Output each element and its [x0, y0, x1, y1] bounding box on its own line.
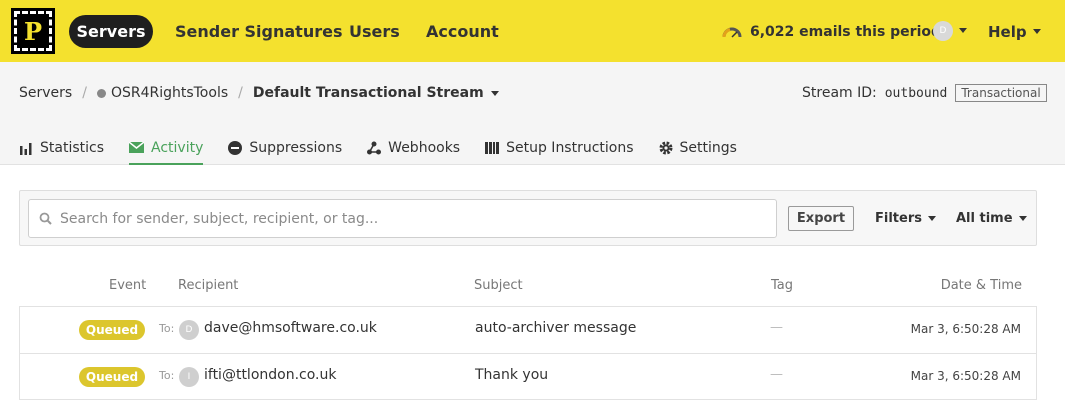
search-icon: [39, 212, 52, 225]
column-datetime: Date & Time: [940, 278, 1022, 293]
breadcrumb-servers[interactable]: Servers: [19, 85, 72, 101]
to-label: To:: [159, 369, 175, 382]
emails-count: 6,022 emails this period: [750, 23, 942, 40]
message-datetime: Mar 3, 6:50:28 AM: [910, 322, 1021, 336]
tab-label: Statistics: [40, 139, 104, 156]
bar-chart-icon: [20, 142, 32, 155]
gauge-icon: [722, 27, 742, 38]
stream-type-badge: Transactional: [955, 84, 1047, 102]
server-header: Servers / OSR4RightsTools / Default Tran…: [0, 62, 1065, 165]
message-subject: auto-archiver message: [475, 320, 637, 336]
recipient-email: ifti@ttlondon.co.uk: [204, 367, 337, 383]
gear-icon: [659, 141, 673, 154]
column-recipient: Recipient: [178, 278, 239, 293]
tab-webhooks[interactable]: Webhooks: [367, 130, 460, 165]
tab-label: Suppressions: [249, 139, 343, 156]
server-status-dot: [96, 88, 106, 98]
stream-id: Stream ID: outbound Transactional: [802, 82, 1047, 104]
time-range-dropdown[interactable]: All time: [956, 206, 1027, 231]
message-tag: —: [770, 367, 783, 382]
breadcrumb-server[interactable]: OSR4RightsTools: [96, 85, 229, 101]
export-button[interactable]: Export: [788, 206, 854, 231]
tab-label: Webhooks: [388, 139, 461, 156]
search-field[interactable]: [28, 199, 777, 238]
column-subject: Subject: [474, 278, 523, 293]
user-avatar[interactable]: D: [933, 21, 953, 41]
envelope-icon: [129, 142, 144, 153]
help-menu[interactable]: Help: [988, 15, 1041, 48]
table-row[interactable]: Queued To: I ifti@ttlondon.co.uk Thank y…: [19, 353, 1037, 400]
emails-usage[interactable]: 6,022 emails this period: [722, 15, 941, 48]
filters-dropdown[interactable]: Filters: [875, 206, 936, 231]
stream-name: Default Transactional Stream: [252, 85, 484, 101]
tab-setup-instructions[interactable]: Setup Instructions: [485, 130, 634, 165]
nav-account[interactable]: Account: [426, 15, 499, 48]
activity-search-bar: Export Filters All time: [19, 190, 1037, 246]
postmark-logo[interactable]: P: [11, 8, 55, 54]
column-event: Event: [109, 278, 147, 293]
search-input[interactable]: [60, 210, 760, 227]
message-tag: —: [770, 320, 783, 335]
server-name: OSR4RightsTools: [110, 85, 229, 101]
recipient-avatar: I: [179, 367, 199, 387]
chevron-down-icon: [490, 90, 499, 96]
message-datetime: Mar 3, 6:50:28 AM: [910, 369, 1021, 383]
chevron-down-icon: [927, 216, 936, 221]
recipient-avatar: D: [179, 320, 199, 340]
table-row[interactable]: Queued To: D dave@hmsoftware.co.uk auto-…: [19, 306, 1037, 353]
tab-activity[interactable]: Activity: [129, 130, 204, 165]
stream-selector[interactable]: Default Transactional Stream: [253, 85, 499, 101]
activity-table: Queued To: D dave@hmsoftware.co.uk auto-…: [19, 306, 1037, 400]
stream-id-label: Stream ID:: [802, 85, 877, 101]
chevron-down-icon[interactable]: [959, 28, 967, 33]
top-navigation: P Servers Sender Signatures Users Accoun…: [0, 0, 1065, 62]
tab-label: Setup Instructions: [506, 139, 634, 156]
status-badge: Queued: [79, 320, 145, 340]
chevron-down-icon: [1032, 29, 1041, 34]
block-icon: [228, 140, 243, 155]
breadcrumb: Servers / OSR4RightsTools / Default Tran…: [19, 82, 499, 104]
tab-suppressions[interactable]: Suppressions: [228, 130, 342, 165]
tab-label: Settings: [679, 139, 737, 156]
nav-users[interactable]: Users: [349, 15, 400, 48]
logo-letter: P: [23, 16, 43, 46]
status-badge: Queued: [79, 367, 145, 387]
time-range-label: All time: [956, 211, 1013, 226]
nav-servers[interactable]: Servers: [69, 15, 153, 48]
recipient-email: dave@hmsoftware.co.uk: [204, 320, 377, 336]
filters-label: Filters: [875, 211, 922, 226]
webhook-icon: [367, 141, 382, 154]
tab-label: Activity: [151, 139, 204, 156]
chevron-down-icon: [1018, 216, 1027, 221]
breadcrumb-separator: /: [82, 85, 87, 101]
activity-table-header: Event Recipient Subject Tag Date & Time: [19, 275, 1037, 297]
to-label: To:: [159, 322, 175, 335]
book-icon: [485, 141, 500, 154]
help-label: Help: [988, 22, 1027, 41]
breadcrumb-separator: /: [238, 85, 243, 101]
column-tag: Tag: [771, 278, 794, 293]
tab-statistics[interactable]: Statistics: [19, 130, 104, 165]
message-subject: Thank you: [475, 367, 549, 383]
server-tabs: Statistics Activity Suppressions Webhook…: [19, 130, 762, 165]
nav-sender-signatures[interactable]: Sender Signatures: [175, 15, 342, 48]
stream-id-value: outbound: [884, 85, 948, 101]
tab-settings[interactable]: Settings: [659, 130, 737, 165]
